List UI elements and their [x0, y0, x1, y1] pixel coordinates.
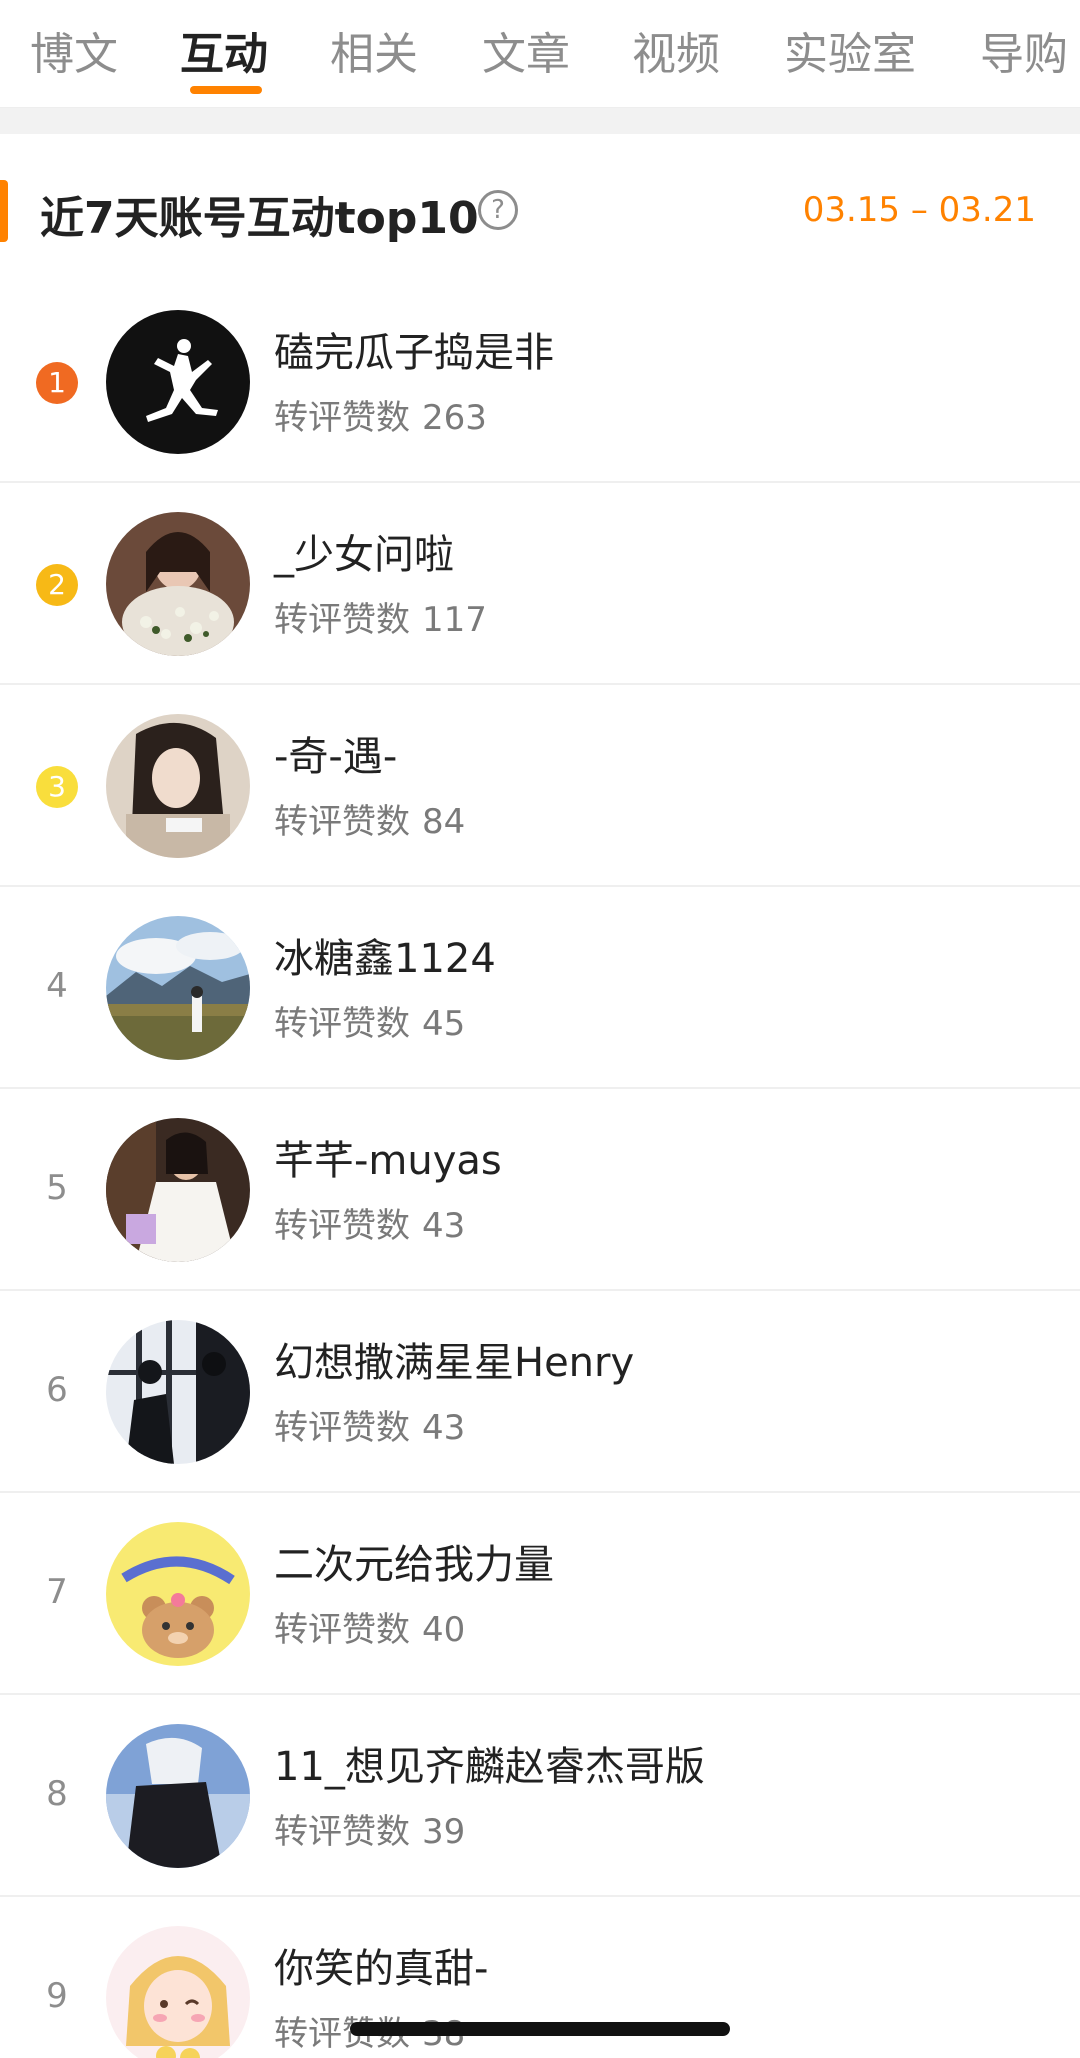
- cartoon-girl-icon: [106, 1926, 250, 2058]
- stat-label: 转评赞数: [274, 398, 410, 438]
- interaction-count: 转评赞数 45: [274, 996, 465, 1045]
- rank-number: 9: [46, 1976, 68, 2016]
- question-circle-icon[interactable]: ?: [478, 190, 518, 230]
- interaction-count: 转评赞数 39: [274, 1804, 465, 1853]
- stat-value: 40: [422, 1610, 466, 1650]
- list-item[interactable]: 4 冰糖鑫1124 转评赞数 45: [0, 888, 1080, 1089]
- stat-value: 84: [422, 802, 466, 842]
- user-name[interactable]: -奇-遇-: [274, 724, 397, 782]
- stat-label: 转评赞数: [274, 1812, 410, 1852]
- tab-posts[interactable]: 博文: [30, 18, 118, 82]
- avatar[interactable]: [106, 310, 250, 454]
- girl-white-dress-icon: [106, 1118, 250, 1262]
- date-range: 03.15 – 03.21: [802, 190, 1036, 230]
- avatar[interactable]: [106, 1724, 250, 1868]
- rank-badge: 2: [36, 564, 78, 606]
- section-accent-bar: [0, 180, 8, 242]
- list-item[interactable]: 2 _少女问啦 转评赞数 117: [0, 484, 1080, 685]
- stat-label: 转评赞数: [274, 1004, 410, 1044]
- rank-badge: 1: [36, 362, 78, 404]
- girl-with-flowers-icon: [106, 512, 250, 656]
- section-title: 近7天账号互动top10: [40, 193, 479, 244]
- rank-number: 7: [46, 1572, 68, 1612]
- silhouette-window-icon: [106, 1320, 250, 1464]
- stat-label: 转评赞数: [274, 600, 410, 640]
- interaction-count: 转评赞数 263: [274, 390, 487, 439]
- user-name[interactable]: _少女问啦: [274, 522, 454, 580]
- cartoon-bear-happy-icon: [106, 1522, 250, 1666]
- tab-lab[interactable]: 实验室: [784, 18, 916, 82]
- user-name[interactable]: 幻想撒满星星Henry: [274, 1330, 634, 1388]
- user-name[interactable]: 磕完瓜子捣是非: [274, 320, 554, 378]
- tab-shopping[interactable]: 导购: [980, 18, 1068, 82]
- tab-bar: 博文 互动 相关 文章 视频 实验室 导购: [0, 0, 1080, 108]
- section-divider: [0, 108, 1080, 134]
- avatar[interactable]: [106, 1926, 250, 2058]
- interaction-count: 转评赞数 40: [274, 1602, 465, 1651]
- interaction-count: 转评赞数 43: [274, 1400, 465, 1449]
- rank-number: 5: [46, 1168, 68, 1208]
- tab-interaction[interactable]: 互动: [180, 18, 268, 82]
- home-indicator[interactable]: [350, 2022, 730, 2036]
- stat-label: 转评赞数: [274, 1206, 410, 1246]
- tab-videos[interactable]: 视频: [632, 18, 720, 82]
- user-name[interactable]: 二次元给我力量: [274, 1532, 554, 1590]
- avatar[interactable]: [106, 512, 250, 656]
- tab-articles[interactable]: 文章: [482, 18, 570, 82]
- tab-related[interactable]: 相关: [330, 18, 418, 82]
- user-name[interactable]: 你笑的真甜-: [274, 1936, 488, 1994]
- list-item[interactable]: 3 -奇-遇- 转评赞数 84: [0, 686, 1080, 887]
- stat-value: 39: [422, 1812, 466, 1852]
- rank-number: 6: [46, 1370, 68, 1410]
- interaction-count: 转评赞数 117: [274, 592, 487, 641]
- rank-number: 8: [46, 1774, 68, 1814]
- list-item[interactable]: 1 磕完瓜子捣是非 转评赞数 263: [0, 282, 1080, 483]
- interaction-count: 转评赞数 43: [274, 1198, 465, 1247]
- stat-label: 转评赞数: [274, 802, 410, 842]
- stat-value: 45: [422, 1004, 466, 1044]
- avatar[interactable]: [106, 1118, 250, 1262]
- list-item[interactable]: 8 11_想见齐麟赵睿杰哥版 转评赞数 39: [0, 1696, 1080, 1897]
- user-name[interactable]: 冰糖鑫1124: [274, 926, 496, 984]
- stat-label: 转评赞数: [274, 1408, 410, 1448]
- rank-number: 4: [46, 966, 68, 1006]
- page: 博文 互动 相关 文章 视频 实验室 导购 近7天账号互动top10 ? 03.…: [0, 0, 1080, 2058]
- stat-label: 转评赞数: [274, 1610, 410, 1650]
- list-item[interactable]: 6 幻想撒满星星Henry 转评赞数 43: [0, 1292, 1080, 1493]
- stat-value: 117: [422, 600, 487, 640]
- list-item[interactable]: 7 二次元给我力量 转评赞数 40: [0, 1494, 1080, 1695]
- avatar[interactable]: [106, 916, 250, 1060]
- jumpman-logo-icon: [106, 310, 250, 454]
- user-name[interactable]: 11_想见齐麟赵睿杰哥版: [274, 1734, 705, 1792]
- list-item[interactable]: 5 芊芊-muyas 转评赞数 43: [0, 1090, 1080, 1291]
- interaction-count: 转评赞数 84: [274, 794, 465, 843]
- girl-portrait-icon: [106, 714, 250, 858]
- user-name[interactable]: 芊芊-muyas: [274, 1128, 502, 1186]
- winter-person-icon: [106, 1724, 250, 1868]
- stat-value: 43: [422, 1206, 466, 1246]
- avatar[interactable]: [106, 1320, 250, 1464]
- rank-badge: 3: [36, 766, 78, 808]
- stat-value: 43: [422, 1408, 466, 1448]
- avatar[interactable]: [106, 714, 250, 858]
- stat-value: 263: [422, 398, 487, 438]
- mountain-landscape-icon: [106, 916, 250, 1060]
- active-tab-indicator: [190, 86, 262, 94]
- avatar[interactable]: [106, 1522, 250, 1666]
